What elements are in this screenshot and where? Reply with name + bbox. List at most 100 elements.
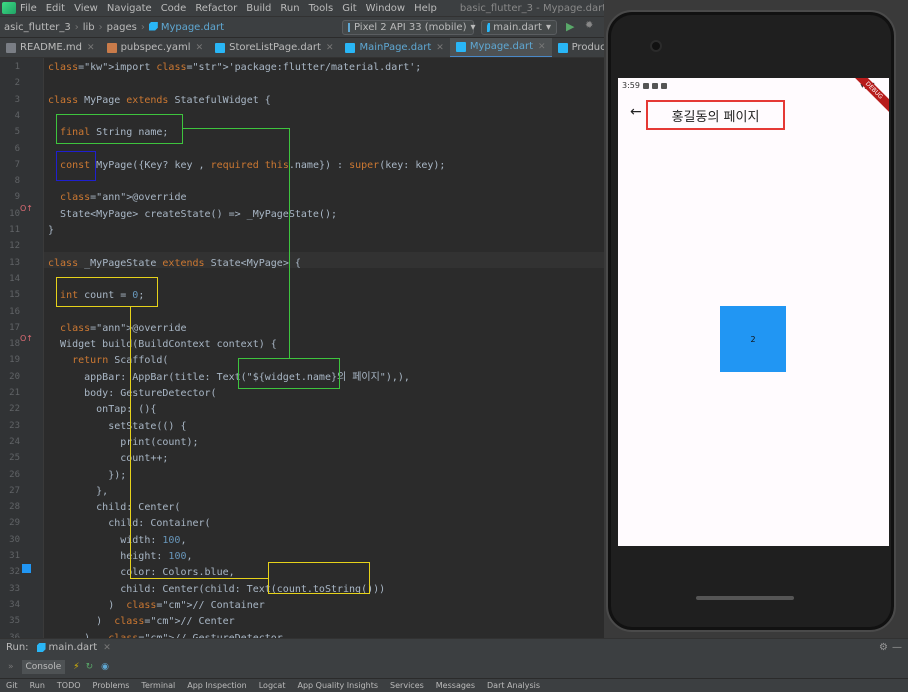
minimize-icon[interactable]: — [892,642,902,653]
appbar-title: 홍길동의 페이지 [646,100,785,130]
tab-mainpage[interactable]: MainPage.dart ✕ [339,38,449,57]
console-tab[interactable]: Console [21,660,66,674]
status-bar: 3:59 [622,81,667,90]
run-config-selector[interactable]: main.dart ▾ [481,20,557,35]
code-editor[interactable]: 1 class="kw">import class="str">'package:… [0,58,604,638]
chevron-down-icon: ▾ [470,22,476,33]
override-marker-icon[interactable]: O↑ [20,204,33,213]
tool-services[interactable]: Services [390,681,424,690]
line-number: 28 [9,502,20,513]
breadcrumb-pages[interactable]: pages [107,22,137,33]
tool-terminal[interactable]: Terminal [141,681,175,690]
tool-run[interactable]: Run [30,681,45,690]
close-icon[interactable]: ✕ [87,43,95,53]
camera-icon [650,40,662,52]
tab-mypage[interactable]: Mypage.dart ✕ [449,38,552,57]
gear-icon[interactable]: ⚙ [879,642,888,653]
menu-view[interactable]: View [74,3,98,14]
line-number: 15 [9,290,20,301]
arrow-left-icon[interactable]: ← [630,104,642,120]
counter-container[interactable]: 2 [720,306,786,372]
code-line[interactable]: setState(() { [48,419,186,435]
line-number: 30 [9,534,20,545]
tool-window-bar: Git Run TODO Problems Terminal App Inspe… [0,678,908,692]
annotation-connector [183,128,290,129]
code-line[interactable]: ) class="cm">// Container [48,598,265,614]
settings-icon [642,82,649,89]
hot-reload-icon[interactable]: ⚡ [73,662,79,672]
tab-productwidget[interactable]: ProductWidget.dart✕ [552,38,604,57]
color-preview-icon[interactable] [22,564,31,573]
menu-navigate[interactable]: Navigate [107,3,152,14]
tab-storelistpage[interactable]: StoreListPage.dart ✕ [209,38,339,57]
close-icon[interactable]: ✕ [326,43,334,53]
tab-label: StoreListPage.dart [229,42,321,53]
menu-edit[interactable]: Edit [46,3,65,14]
code-line[interactable]: const MyPage({Key? key , required this.n… [48,158,445,174]
tab-readme[interactable]: README.md ✕ [0,38,101,57]
code-line[interactable]: child: Center( [48,500,180,516]
code-line[interactable]: count++; [48,451,168,467]
code-line[interactable]: class _MyPageState extends State<MyPage>… [48,256,301,272]
code-line[interactable]: class MyPage extends StatefulWidget { [48,93,271,109]
code-line[interactable]: appBar: AppBar(title: Text("${widget.nam… [48,370,410,386]
devtools-icon[interactable]: ◉ [101,662,109,672]
close-icon[interactable]: ✕ [436,43,444,53]
run-config-tab[interactable]: main.dart [49,642,98,653]
expand-icon[interactable]: » [8,662,14,672]
close-icon[interactable]: ✕ [196,43,204,53]
close-icon[interactable]: ✕ [538,42,546,52]
code-line[interactable]: Widget build(BuildContext context) { [48,337,277,353]
code-line[interactable]: onTap: (){ [48,402,156,418]
code-line[interactable]: State<MyPage> createState() => _MyPageSt… [48,207,337,223]
code-line[interactable]: }, [48,484,108,500]
line-number: 35 [9,616,20,627]
code-line[interactable]: body: GestureDetector( [48,386,216,402]
tool-todo[interactable]: TODO [57,681,81,690]
tool-app-inspection[interactable]: App Inspection [187,681,247,690]
code-line[interactable]: class="ann">@override [48,190,186,206]
line-number: 2 [14,78,20,89]
line-number: 13 [9,257,20,268]
code-line[interactable]: } [48,223,54,239]
close-icon[interactable]: ✕ [103,643,111,653]
override-marker-icon[interactable]: O↑ [20,334,33,343]
tab-pubspec[interactable]: pubspec.yaml ✕ [101,38,210,57]
debug-icon[interactable]: ✹ [585,20,593,31]
code-line[interactable]: ) class="cm">// Center [48,614,235,630]
menu-refactor[interactable]: Refactor [195,3,237,14]
code-line[interactable]: class="kw">import class="str">'package:f… [48,60,421,76]
menu-git[interactable]: Git [342,3,356,14]
dart-file-icon [487,23,491,32]
line-number: 9 [14,192,20,203]
code-line[interactable]: height: 100, [48,549,192,565]
code-line[interactable]: print(count); [48,435,198,451]
menu-run[interactable]: Run [280,3,299,14]
menu-build[interactable]: Build [246,3,271,14]
code-line[interactable]: width: 100, [48,533,186,549]
tool-logcat[interactable]: Logcat [259,681,286,690]
tool-app-quality[interactable]: App Quality Insights [297,681,378,690]
menu-file[interactable]: File [20,3,37,14]
breadcrumb-file[interactable]: Mypage.dart [148,21,224,33]
menu-help[interactable]: Help [414,3,437,14]
breadcrumb-project[interactable]: asic_flutter_3 [4,22,71,33]
menu-window[interactable]: Window [366,3,405,14]
tool-git[interactable]: Git [6,681,18,690]
breadcrumb-lib[interactable]: lib [83,22,95,33]
tool-dart-analysis[interactable]: Dart Analysis [487,681,540,690]
code-line[interactable]: return Scaffold( [48,353,168,369]
tool-messages[interactable]: Messages [436,681,475,690]
code-line[interactable]: class="ann">@override [48,321,186,337]
run-icon[interactable]: ▶ [566,20,574,33]
device-selector[interactable]: Pixel 2 API 33 (mobile) ▾ [342,20,476,35]
code-line[interactable]: }); [48,468,126,484]
code-line[interactable]: ), class="cm">// GestureDetector [48,631,283,639]
line-number: 19 [9,355,20,366]
markdown-file-icon [6,42,16,53]
phone-screen[interactable]: 3:59 ▾◢▮ DEBUG ← 홍길동의 페이지 2 [618,78,889,546]
tool-problems[interactable]: Problems [93,681,130,690]
hot-restart-icon[interactable]: ↻ [86,662,94,672]
menu-code[interactable]: Code [161,3,187,14]
menu-tools[interactable]: Tools [309,3,334,14]
